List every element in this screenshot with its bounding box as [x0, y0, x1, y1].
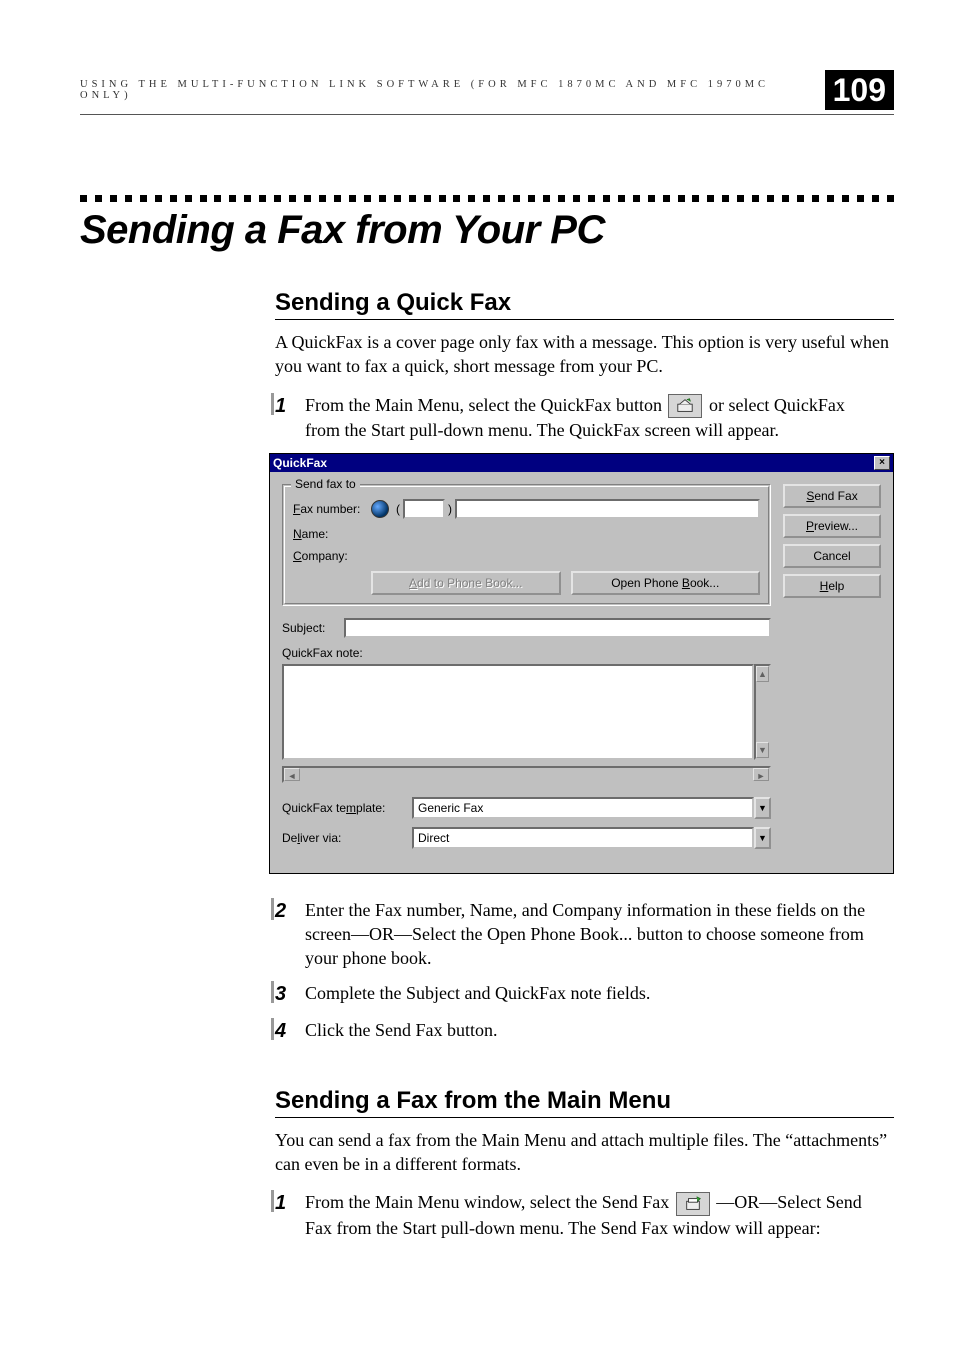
deliver-value[interactable]: Direct: [412, 827, 754, 849]
step-text: Click the Send Fax button.: [305, 1018, 894, 1045]
subject-input[interactable]: [344, 618, 771, 638]
deliver-combo[interactable]: Direct ▼: [412, 827, 771, 849]
quickfax-note-area: ▲ ▼: [282, 664, 771, 760]
paren-close: ): [448, 502, 452, 516]
note-label: QuickFax note:: [282, 646, 771, 660]
horizontal-scrollbar[interactable]: ◄ ►: [282, 766, 771, 783]
page-header: USING THE MULTI-FUNCTION LINK SOFTWARE (…: [80, 70, 894, 115]
step-text: From the Main Menu window, select the Se…: [305, 1190, 894, 1240]
intro-quickfax: A QuickFax is a cover page only fax with…: [275, 330, 894, 379]
scroll-right-icon[interactable]: ►: [753, 768, 769, 781]
step-number: 4: [275, 1018, 305, 1045]
open-phonebook-button[interactable]: Open Phone Book...: [571, 571, 761, 595]
chevron-down-icon[interactable]: ▼: [754, 797, 771, 819]
groupbox-label: Send fax to: [291, 477, 360, 491]
company-label: Company:: [293, 549, 371, 563]
scroll-left-icon[interactable]: ◄: [284, 768, 300, 781]
mm-step1-a: From the Main Menu window, select the Se…: [305, 1192, 674, 1212]
subject-label: Subject:: [282, 621, 344, 635]
mm-step-1: 1 From the Main Menu window, select the …: [275, 1190, 894, 1240]
note-textarea[interactable]: [282, 664, 754, 760]
step-2: 2 Enter the Fax number, Name, and Compan…: [275, 898, 894, 971]
step-text: Complete the Subject and QuickFax note f…: [305, 981, 894, 1008]
quickfax-toolbar-icon: [668, 394, 702, 418]
preview-button[interactable]: Preview...: [783, 514, 881, 538]
vertical-scrollbar[interactable]: ▲ ▼: [754, 664, 771, 760]
step-number: 1: [275, 1190, 305, 1240]
scroll-down-icon[interactable]: ▼: [756, 742, 769, 758]
cancel-button[interactable]: Cancel: [783, 544, 881, 568]
deliver-label: Deliver via:: [282, 831, 412, 845]
dialog-title: QuickFax: [273, 456, 327, 470]
fax-number-input[interactable]: [455, 499, 760, 519]
paren-open: (: [396, 502, 400, 516]
heading-mainmenu: Sending a Fax from the Main Menu: [275, 1087, 894, 1118]
send-fax-button[interactable]: Send Fax: [783, 484, 881, 508]
step-number: 3: [275, 981, 305, 1008]
sendfax-toolbar-icon: [676, 1192, 710, 1216]
close-icon[interactable]: ×: [874, 456, 890, 470]
running-head: USING THE MULTI-FUNCTION LINK SOFTWARE (…: [80, 79, 813, 101]
step-3: 3 Complete the Subject and QuickFax note…: [275, 981, 894, 1008]
add-to-phonebook-button[interactable]: Add to Phone Book...: [371, 571, 561, 595]
template-combo[interactable]: Generic Fax ▼: [412, 797, 771, 819]
step-4: 4 Click the Send Fax button.: [275, 1018, 894, 1045]
quickfax-dialog: QuickFax × Send fax to FFax number:ax nu…: [269, 453, 894, 874]
step-text: Enter the Fax number, Name, and Company …: [305, 898, 894, 971]
template-label: QuickFax template:: [282, 801, 412, 815]
chevron-down-icon[interactable]: ▼: [754, 827, 771, 849]
page-number: 109: [825, 70, 894, 110]
step-1: 1 From the Main Menu, select the QuickFa…: [275, 393, 894, 443]
decorative-dots: [80, 195, 894, 202]
template-value[interactable]: Generic Fax: [412, 797, 754, 819]
step-number: 1: [275, 393, 305, 443]
send-fax-to-group: Send fax to FFax number:ax number: ( ) N…: [282, 484, 771, 606]
step-text: From the Main Menu, select the QuickFax …: [305, 393, 894, 443]
name-label: Name:: [293, 527, 371, 541]
fax-number-label: FFax number:ax number:: [293, 502, 371, 516]
section-title: Sending a Fax from Your PC: [80, 208, 894, 253]
step1-text-a: From the Main Menu, select the QuickFax …: [305, 395, 666, 415]
help-button[interactable]: Help: [783, 574, 881, 598]
scroll-up-icon[interactable]: ▲: [756, 666, 769, 682]
area-code-input[interactable]: [403, 499, 445, 519]
step-number: 2: [275, 898, 305, 971]
globe-icon[interactable]: [371, 500, 389, 518]
intro-mainmenu: You can send a fax from the Main Menu an…: [275, 1128, 894, 1177]
heading-quickfax: Sending a Quick Fax: [275, 289, 894, 320]
dialog-titlebar: QuickFax ×: [270, 454, 893, 472]
